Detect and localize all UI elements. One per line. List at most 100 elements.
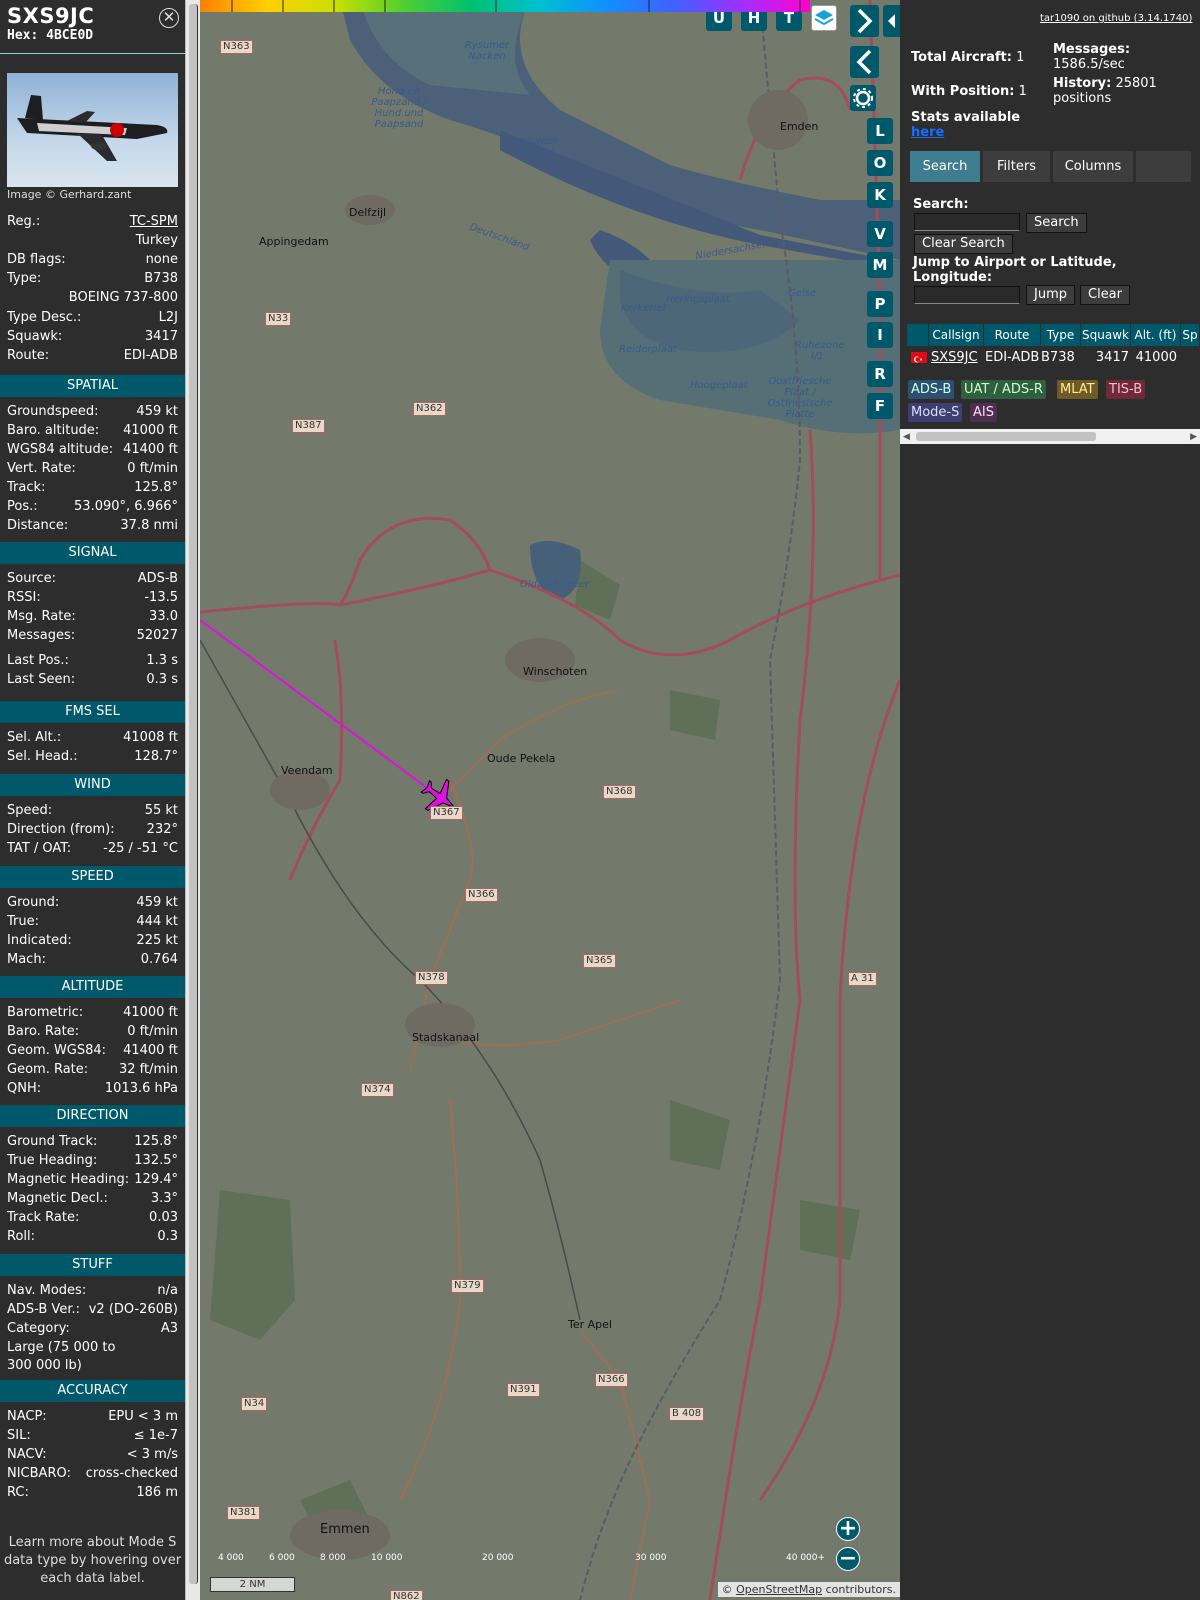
info-row-label[interactable]: RSSI: [7, 588, 41, 607]
section-header-altitude[interactable]: ALTITUDE [0, 976, 185, 998]
table-scrollbar-thumb[interactable] [916, 432, 1096, 441]
info-row-label[interactable]: Vert. Rate: [7, 459, 76, 478]
info-row-label[interactable]: NACP: [7, 1407, 47, 1426]
gear-icon[interactable] [850, 85, 876, 111]
zoom-out-button[interactable]: − [836, 1547, 860, 1571]
section-header-spatial[interactable]: SPATIAL [0, 375, 185, 397]
toggle-v-button[interactable]: V [867, 221, 893, 247]
info-row-label[interactable]: NICBARO: [7, 1464, 71, 1483]
section-header-direction[interactable]: DIRECTION [0, 1105, 185, 1127]
section-header-wind[interactable]: WIND [0, 774, 185, 796]
info-row-label[interactable]: Baro. Rate: [7, 1022, 79, 1041]
close-icon[interactable]: ✕ [159, 8, 179, 28]
info-row-label[interactable]: Mach: [7, 950, 46, 969]
info-row-label[interactable]: ADS-B Ver.: [7, 1300, 80, 1319]
info-row-label[interactable]: Magnetic Decl.: [7, 1189, 108, 1208]
scroll-right-icon[interactable]: ▶ [1190, 432, 1197, 442]
info-row-label[interactable]: TAT / OAT: [7, 839, 71, 858]
info-row-label[interactable]: Magnetic Heading: [7, 1170, 129, 1189]
info-row-label[interactable]: 300 000 lb) [7, 1356, 82, 1375]
jump-input[interactable] [914, 286, 1020, 304]
info-row-label[interactable]: Roll: [7, 1227, 35, 1246]
toggle-p-button[interactable]: P [867, 291, 893, 317]
github-link[interactable]: tar1090 on github (3.14.1740) [1040, 13, 1192, 24]
info-row-label[interactable]: Type: [7, 269, 41, 288]
toggle-o-button[interactable]: O [867, 150, 893, 176]
chevron-left-icon[interactable] [850, 46, 879, 78]
info-scrollbar[interactable] [185, 0, 200, 1600]
info-row-label[interactable]: WGS84 altitude: [7, 440, 113, 459]
info-row-label[interactable]: Squawk: [7, 327, 62, 346]
section-header-fms-sel[interactable]: FMS SEL [0, 701, 185, 723]
section-header-speed[interactable]: SPEED [0, 866, 185, 888]
info-row-label[interactable]: Pos.: [7, 497, 38, 516]
info-row-label[interactable]: Barometric: [7, 1003, 83, 1022]
info-row-label[interactable]: Geom. Rate: [7, 1060, 88, 1079]
info-row-label[interactable]: Route: [7, 346, 49, 365]
toggle-f-button[interactable]: F [867, 393, 893, 419]
tab-filters[interactable]: Filters [983, 151, 1050, 182]
info-row-label[interactable]: True: [7, 912, 39, 931]
info-row-label[interactable]: Track Rate: [7, 1208, 79, 1227]
info-row-label[interactable]: SIL: [7, 1426, 31, 1445]
chevron-right-icon[interactable] [850, 5, 879, 37]
jump-button[interactable]: Jump [1026, 285, 1075, 305]
info-row-label[interactable]: Sel. Head.: [7, 747, 78, 766]
tab-columns[interactable]: Columns [1053, 151, 1133, 182]
toggle-i-button[interactable]: I [867, 322, 893, 348]
info-row-label[interactable]: Geom. WGS84: [7, 1041, 106, 1060]
toggle-l-button[interactable]: L [867, 118, 893, 144]
zoom-in-button[interactable]: + [836, 1517, 860, 1541]
info-row-label[interactable]: Indicated: [7, 931, 72, 950]
info-row-label[interactable]: QNH: [7, 1079, 41, 1098]
info-row-label[interactable]: Ground: [7, 893, 59, 912]
map[interactable]: Delfzijl Appingedam Emden Winschoten Oud… [200, 0, 900, 1600]
info-row-label[interactable]: NACV: [7, 1445, 47, 1464]
info-row-label[interactable]: DB flags: [7, 250, 66, 269]
col-alt-header[interactable]: Alt. (ft) [1131, 324, 1181, 346]
info-row-label[interactable]: Sel. Alt.: [7, 728, 61, 747]
info-row-label[interactable]: Category: [7, 1319, 70, 1338]
col-callsign-header[interactable]: Callsign [929, 324, 984, 346]
col-squawk-header[interactable]: Squawk [1081, 324, 1131, 346]
expand-horizontal-icon[interactable] [883, 5, 900, 37]
search-input[interactable] [914, 213, 1020, 231]
toggle-r-button[interactable]: R [867, 361, 893, 387]
info-row-label[interactable]: Last Seen: [7, 670, 75, 689]
info-row-label[interactable]: Type Desc.: [7, 308, 81, 327]
info-row-label[interactable]: Ground Track: [7, 1132, 97, 1151]
scroll-left-icon[interactable]: ◀ [903, 432, 910, 442]
toggle-m-button[interactable]: M [867, 252, 893, 278]
info-row-label[interactable]: Groundspeed: [7, 402, 98, 421]
info-row-label[interactable]: Track: [7, 478, 45, 497]
info-row-label[interactable]: Baro. altitude: [7, 421, 99, 440]
row-callsign[interactable]: SXS9JC [931, 348, 978, 368]
info-row-label[interactable]: Direction (from): [7, 820, 115, 839]
info-row-label[interactable]: Msg. Rate: [7, 607, 76, 626]
col-flag-header[interactable] [907, 324, 929, 346]
info-row-label[interactable]: Large (75 000 to [7, 1338, 115, 1357]
info-row-label[interactable]: Messages: [7, 626, 75, 645]
section-header-accuracy[interactable]: ACCURACY [0, 1380, 185, 1402]
clear-button[interactable]: Clear [1080, 285, 1130, 305]
osm-link[interactable]: OpenStreetMap [736, 1583, 822, 1596]
info-scrollbar-thumb[interactable] [189, 4, 198, 1584]
col-route-header[interactable]: Route [984, 324, 1041, 346]
info-row-label[interactable]: RC: [7, 1483, 29, 1502]
section-header-stuff[interactable]: STUFF [0, 1254, 185, 1276]
info-row-label[interactable]: Nav. Modes: [7, 1281, 86, 1300]
tab-search[interactable]: Search [910, 151, 980, 182]
aircraft-photo[interactable] [7, 73, 178, 187]
col-type-header[interactable]: Type [1041, 324, 1081, 346]
table-horizontal-scrollbar[interactable]: ◀ ▶ [900, 429, 1200, 444]
col-speed-header[interactable]: Sp [1181, 324, 1200, 346]
info-row-label[interactable]: Reg.: [7, 212, 40, 231]
info-row-label[interactable]: Last Pos.: [7, 651, 69, 670]
clear-search-button[interactable]: Clear Search [914, 234, 1013, 254]
info-row-label[interactable]: True Heading: [7, 1151, 97, 1170]
layers-icon[interactable] [811, 5, 837, 31]
info-row-label[interactable]: Source: [7, 569, 56, 588]
info-row-label[interactable]: Speed: [7, 801, 52, 820]
search-button[interactable]: Search [1026, 213, 1087, 233]
section-header-signal[interactable]: SIGNAL [0, 542, 185, 564]
